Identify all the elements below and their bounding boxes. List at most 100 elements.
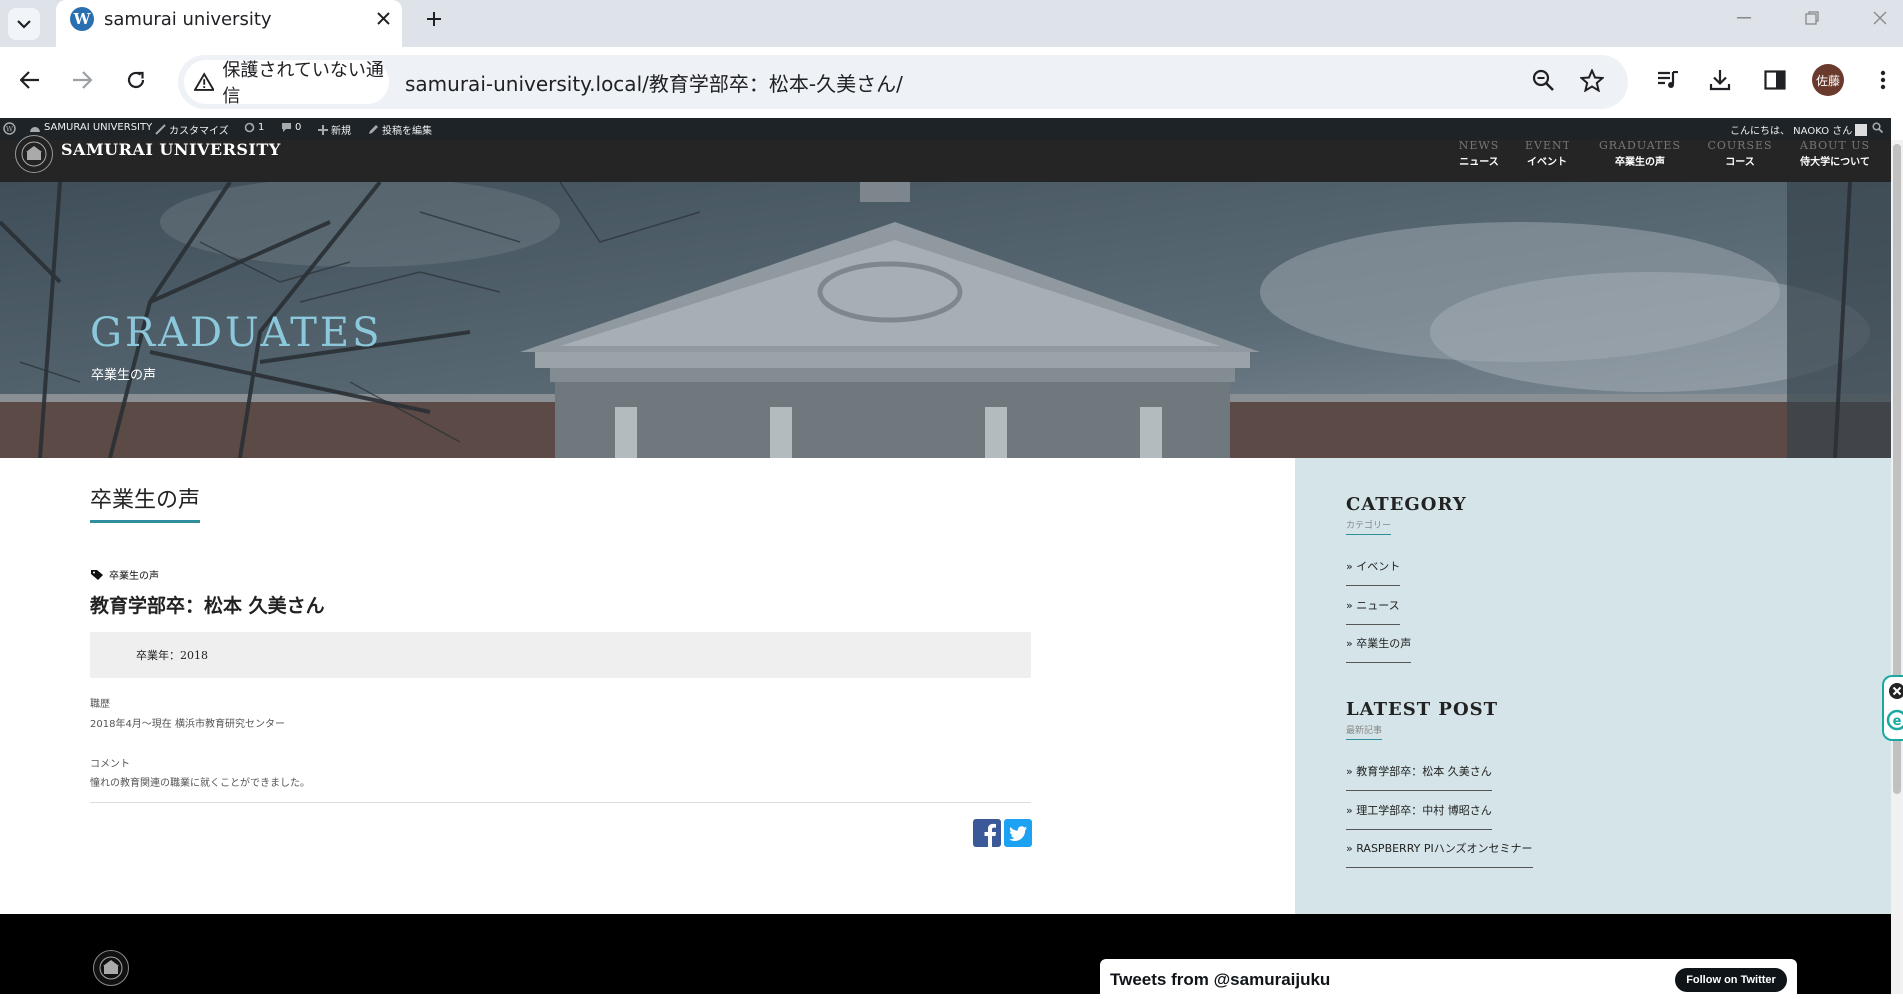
nav-item-about[interactable]: ABOUT US 侍大学について — [1795, 140, 1875, 168]
graduation-info-box — [90, 632, 1031, 678]
latest-post-widget-title: LATEST POST — [1346, 699, 1499, 720]
nav-about-label: 侍大学について — [1800, 157, 1870, 168]
updates-icon — [244, 122, 255, 133]
emblem-icon — [21, 141, 47, 167]
wp-logo-menu[interactable]: W — [3, 122, 16, 135]
browser-menu-button[interactable] — [1866, 63, 1900, 97]
post-divider — [90, 802, 1031, 803]
admin-bar-customize[interactable]: カスタマイズ — [155, 122, 229, 137]
search-icon — [1872, 122, 1883, 133]
follow-on-twitter-button[interactable]: Follow on Twitter — [1675, 968, 1787, 992]
tab-search-button[interactable] — [8, 8, 40, 40]
footer-logo[interactable] — [93, 950, 129, 986]
comment-label: コメント — [90, 759, 130, 770]
reload-icon — [127, 71, 145, 89]
admin-bar-my-account[interactable]: こんにちは、 NAOKO さん — [1730, 122, 1868, 137]
url-text[interactable]: samurai-university.local/教育学部卒：松本-久美さん/ — [405, 68, 903, 97]
profile-avatar[interactable]: 佐藤 — [1812, 64, 1844, 96]
nav-courses-en: COURSES — [1707, 140, 1773, 151]
comments-count: 0 — [295, 122, 302, 133]
reload-button[interactable] — [118, 62, 154, 98]
minimize-button[interactable] — [1730, 8, 1758, 28]
facebook-share-button[interactable] — [973, 819, 1001, 847]
category-link-news[interactable]: » ニュース — [1346, 597, 1400, 625]
plus-icon — [318, 124, 328, 135]
floating-side-widget[interactable]: e — [1882, 675, 1903, 741]
category-title: 卒業生の声 — [90, 482, 201, 523]
nav-graduates-label: 卒業生の声 — [1615, 157, 1665, 168]
latest-post-link[interactable]: » RASPBERRY PIハンズオンセミナー — [1346, 840, 1533, 868]
latest-post-link[interactable]: » 理工学部卒：中村 博昭さん — [1346, 802, 1492, 830]
arrow-right-icon — [73, 71, 92, 89]
dashboard-icon — [30, 127, 40, 132]
post-tag-label: 卒業生の声 — [109, 571, 159, 582]
user-avatar — [1855, 123, 1868, 136]
tab-title: samurai university — [104, 9, 272, 30]
nav-news-label: ニュース — [1459, 157, 1499, 168]
emblem-icon — [99, 956, 123, 980]
post-title: 教育学部卒：松本 久美さん — [90, 595, 325, 617]
wordpress-favicon-icon: W — [70, 7, 94, 31]
nav-item-news[interactable]: NEWS ニュース — [1457, 140, 1501, 168]
comment-bubble-icon — [282, 123, 291, 132]
hero-heading: GRADUATES — [90, 310, 383, 356]
facebook-icon — [984, 823, 996, 847]
admin-site-name-label: SAMURAI UNIVERSITY — [44, 122, 153, 133]
downloads-button[interactable] — [1703, 63, 1737, 97]
zoom-out-icon — [1532, 69, 1554, 91]
close-icon — [376, 11, 390, 25]
brush-icon — [155, 124, 166, 135]
media-controls-button[interactable] — [1651, 63, 1685, 97]
forward-button[interactable] — [64, 62, 100, 98]
nav-item-event[interactable]: EVENT イベント — [1525, 140, 1569, 168]
comment-value: 憧れの教育関連の職業に就くことができました。 — [90, 778, 310, 789]
post-tag[interactable]: 卒業生の声 — [90, 567, 159, 582]
security-indicator[interactable]: 保護されていない通信 — [184, 60, 389, 107]
window-close-button[interactable] — [1866, 8, 1894, 28]
arrow-left-icon — [20, 71, 39, 89]
site-title[interactable]: SAMURAI UNIVERSITY — [61, 140, 281, 159]
tags-icon — [91, 569, 103, 580]
wordpress-logo-icon: W — [3, 122, 16, 135]
new-label: 新規 — [331, 126, 351, 137]
admin-bar-search[interactable] — [1872, 122, 1883, 133]
nav-about-en: ABOUT US — [1799, 140, 1871, 151]
customize-label: カスタマイズ — [169, 126, 229, 137]
nav-news-en: NEWS — [1458, 140, 1500, 151]
new-tab-button[interactable] — [420, 5, 448, 33]
category-link-event[interactable]: » イベント — [1346, 558, 1401, 586]
latest-post-link[interactable]: » 教育学部卒：松本 久美さん — [1346, 763, 1492, 791]
address-bar[interactable] — [178, 55, 1628, 109]
back-button[interactable] — [12, 62, 48, 98]
nav-item-courses[interactable]: COURSES コース — [1700, 140, 1780, 168]
edit-post-label: 投稿を編集 — [382, 126, 432, 137]
admin-bar-edit-post[interactable]: 投稿を編集 — [368, 122, 432, 137]
svg-text:e: e — [1893, 714, 1902, 729]
more-vertical-icon — [1880, 70, 1886, 90]
side-panel-button[interactable] — [1758, 63, 1792, 97]
admin-bar-new[interactable]: 新規 — [318, 122, 351, 137]
restore-button[interactable] — [1798, 8, 1826, 28]
side-panel-icon — [1764, 70, 1786, 90]
restore-icon — [1805, 11, 1819, 25]
university-logo[interactable] — [15, 135, 53, 173]
tweets-title[interactable]: Tweets from @samuraijuku — [1110, 970, 1330, 990]
download-icon — [1709, 70, 1731, 91]
admin-bar-updates[interactable]: 1 — [244, 122, 264, 133]
updates-count: 1 — [258, 122, 265, 133]
bookmark-button[interactable] — [1575, 63, 1609, 97]
wp-admin-bar: W SAMURAI UNIVERSITY カスタマイズ 1 0 新規 投稿を編集… — [0, 118, 1891, 140]
career-value: 2018年4月〜現在 横浜市教育研究センター — [90, 719, 285, 730]
pencil-icon — [369, 125, 378, 134]
chevron-down-icon — [17, 19, 31, 29]
zoom-button[interactable] — [1526, 63, 1560, 97]
greeting-label: こんにちは、 NAOKO さん — [1730, 126, 1853, 137]
category-link-graduates[interactable]: » 卒業生の声 — [1346, 635, 1412, 663]
latest-post-widget-subtitle: 最新記事 — [1346, 723, 1383, 740]
admin-bar-site-name[interactable]: SAMURAI UNIVERSITY — [29, 122, 152, 133]
category-widget-subtitle: カテゴリー — [1346, 518, 1392, 535]
nav-item-graduates[interactable]: GRADUATES 卒業生の声 — [1595, 140, 1685, 168]
tab-close-button[interactable] — [370, 5, 396, 31]
twitter-share-button[interactable] — [1004, 819, 1032, 847]
admin-bar-comments[interactable]: 0 — [281, 122, 301, 133]
